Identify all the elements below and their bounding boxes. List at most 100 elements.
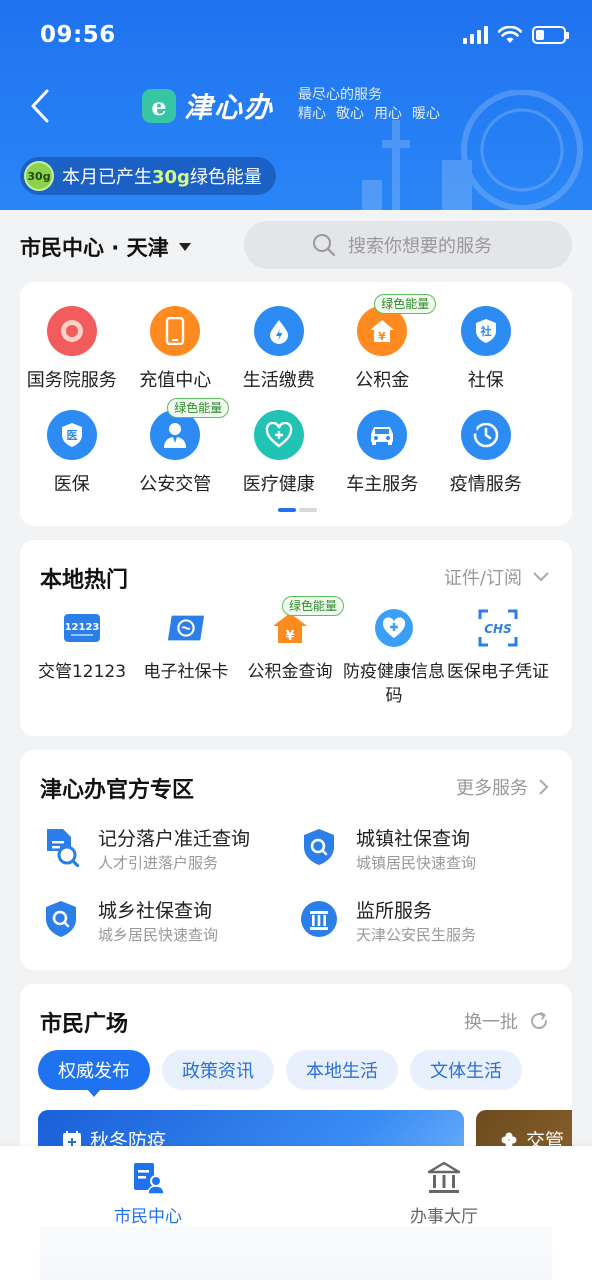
hot-label: 电子社保卡 [143,662,229,682]
svg-text:医: 医 [66,429,77,442]
grid-label: 疫情服务 [449,474,522,495]
service-police-traffic[interactable]: 绿色能量 公安交管 [124,398,230,496]
app-logo: e 津心办 [142,86,274,126]
city-search-row: 市民中心 · 天津 搜索你想要的服务 [0,210,592,282]
citizen-plaza-title: 市民广场 [40,1012,129,1037]
green-energy-banner[interactable]: 30g 本月已产生30g绿色能量 [20,157,276,195]
health-code-icon [374,608,414,648]
shield-search-icon [300,826,338,868]
green-energy-tag: 绿色能量 [374,294,437,314]
slogan-word: 暖心 [412,106,440,122]
tab-authoritative-release[interactable]: 权威发布 [38,1050,150,1097]
tab-policy-news[interactable]: 政策资讯 [162,1050,274,1090]
grid-label: 社保 [467,370,504,391]
grid-label: 公安交管 [139,474,212,495]
epidemic-clock-icon [460,410,511,460]
tab-local-life[interactable]: 本地生活 [286,1050,398,1090]
slogan-line2: 精心 敬心 用心 暖心 [298,105,450,124]
chevron-left-icon [31,89,49,123]
tab-label: 市民中心 [114,1207,182,1227]
tab-service-hall[interactable]: 办事大厅 [364,1160,524,1227]
svg-text:CHS: CHS [484,622,512,636]
service-social-security[interactable]: 社 社保 [434,306,538,392]
more-services-button[interactable]: 更多服务 [456,774,550,800]
bottom-tab-bar: 市民中心 办事大厅 [0,1146,592,1280]
battery-icon [532,26,569,44]
slogan-word: 用心 [374,106,402,122]
service-car-owner[interactable]: 车主服务 [331,410,435,496]
shield-search-icon [42,898,80,940]
status-icons [463,26,569,44]
official-item-subtitle: 城乡居民快速查询 [98,926,219,944]
search-input[interactable]: 搜索你想要的服务 [244,221,572,269]
service-epidemic[interactable]: 疫情服务 [434,410,538,496]
hot-chs-voucher[interactable]: CHS 医保电子凭证 [446,608,550,708]
logo-text: 津心办 [184,91,275,124]
health-icon [253,410,304,460]
grid-label: 国务院服务 [26,370,117,391]
grid-label: 车主服务 [346,474,419,495]
official-rural-social-security[interactable]: 城乡社保查询 城乡居民快速查询 [42,898,218,946]
traffic-12123-icon: 12123 [62,608,102,648]
grid-label: 医保 [53,474,90,495]
service-medical-insurance[interactable]: 医 医保 [20,410,124,496]
app-header: 09:56 e 津心办 最尽心的服务 精心 敬心 用心 暖心 30g 本月已产生… [0,0,592,210]
car-icon [357,410,408,460]
hot-housing-fund-query[interactable]: 绿色能量 ¥ 公积金查询 [238,596,345,708]
official-settlement-query[interactable]: 记分落户准迁查询 人才引进落户服务 [42,826,250,874]
hot-label: 交管12123 [37,662,127,682]
service-hall-icon [427,1161,461,1193]
search-icon [313,234,336,257]
building-pillars-icon [300,898,338,940]
chevron-down-icon [533,572,549,582]
hot-health-code[interactable]: 防疫健康信息码 [342,608,446,708]
refresh-batch-label: 换一批 [464,1012,518,1033]
service-health[interactable]: 医疗健康 [227,410,331,496]
service-housing-fund[interactable]: 绿色能量 ¥ 公积金 [331,294,437,392]
service-state-council[interactable]: 国务院服务 [20,306,124,392]
service-recharge-center[interactable]: 充值中心 [124,306,228,392]
plaza-tabs: 权威发布 政策资讯 本地生活 文体生活 [38,1050,522,1097]
official-detention-services[interactable]: 监所服务 天津公安民生服务 [300,898,476,946]
certificate-subscribe-button[interactable]: 证件/订阅 [444,564,550,590]
water-drop-icon [253,306,304,356]
green-energy-tag: 绿色能量 [282,596,345,616]
grid-label: 医疗健康 [242,474,315,495]
green-energy-text: 本月已产生30g绿色能量 [62,163,262,189]
local-hot-list: 12123 交管12123 电子社保卡 绿色能量 ¥ 公积金查询 防疫健康信息码 [30,596,570,708]
slogan-word: 敬心 [336,106,364,122]
city-label: 市民中心 · 天津 [20,236,169,260]
status-time: 09:56 [40,22,116,48]
social-security-icon: 社 [460,306,511,356]
logo-mark: e [142,89,176,123]
medical-insurance-icon: 医 [46,410,97,460]
official-urban-social-security[interactable]: 城镇社保查询 城镇居民快速查询 [300,826,476,874]
service-utility-payment[interactable]: 生活缴费 [227,306,331,392]
tab-citizen-center[interactable]: 市民中心 [68,1160,228,1227]
energy-prefix: 本月已产生 [62,167,152,188]
page-dot [299,508,317,512]
official-item-title: 记分落户准迁查询 [98,828,251,850]
refresh-icon [531,1012,548,1030]
city-selector[interactable]: 市民中心 · 天津 [20,232,191,262]
back-button[interactable] [22,86,58,126]
svg-text:¥: ¥ [378,330,386,343]
more-services-label: 更多服务 [456,778,528,799]
document-search-icon [42,826,80,868]
tab-culture-sports[interactable]: 文体生活 [410,1050,522,1090]
hot-social-card[interactable]: 电子社保卡 [134,608,238,708]
energy-suffix: 绿色能量 [189,167,262,188]
local-hot-card: 本地热门 证件/订阅 12123 交管12123 电子社保卡 绿色能量 ¥ 公积… [20,540,572,736]
service-grid-card: 国务院服务 充值中心 生活缴费 绿色能量 ¥ 公积金 社 社保 医 医保 绿色能… [20,282,572,526]
grid-label: 充值中心 [139,370,212,391]
certificate-subscribe-label: 证件/订阅 [443,568,522,589]
hot-traffic-12123[interactable]: 12123 交管12123 [30,608,134,708]
search-placeholder: 搜索你想要的服务 [348,236,492,257]
refresh-batch-button[interactable]: 换一批 [464,1008,550,1034]
grid-label: 生活缴费 [242,370,315,391]
official-item-title: 城镇社保查询 [356,828,471,850]
slogan-word: 精心 [298,106,326,122]
bottom-fade [40,1226,552,1280]
status-bar: 09:56 [0,0,592,70]
grid-page-indicator [278,508,317,512]
